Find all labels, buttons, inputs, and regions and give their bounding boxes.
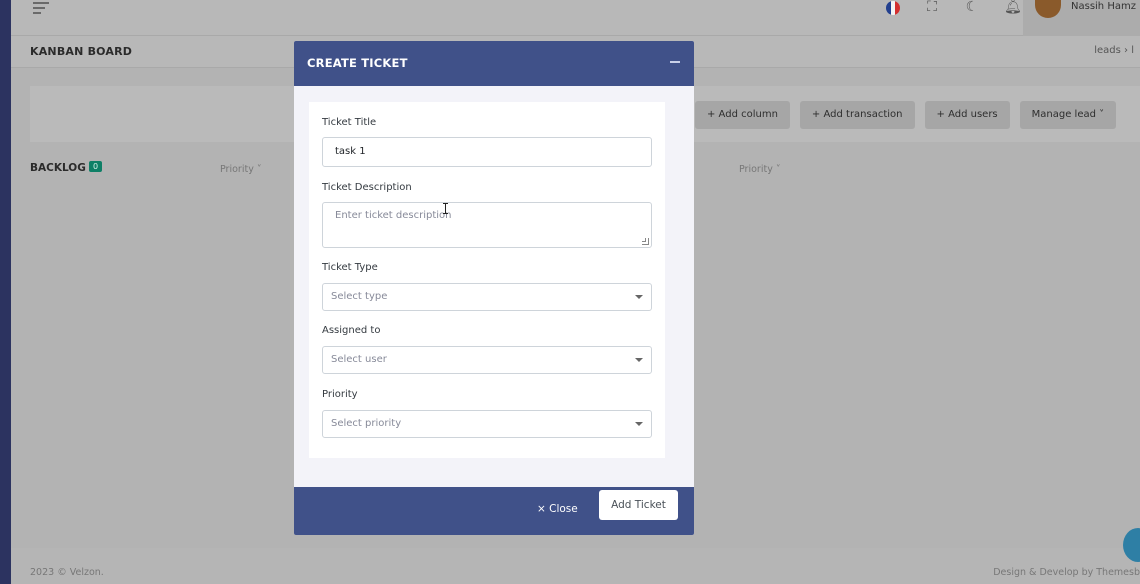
ticket-title-label: Ticket Title: [322, 117, 377, 128]
copyright: 2023 © Velzon.: [30, 567, 104, 578]
footer: 2023 © Velzon. Design & Develop by Theme…: [11, 548, 1140, 584]
topbar: ⛶ ☾ 🔔︎ Nassih Hamz: [11, 0, 1140, 36]
topbar-icons: ⛶ ☾ 🔔︎: [886, 0, 1022, 16]
page-title: KANBAN BOARD: [30, 45, 133, 58]
footer-credit: Design & Develop by Themesb: [993, 567, 1140, 578]
close-button[interactable]: × Close: [537, 499, 578, 519]
modal-header: CREATE TICKET: [294, 41, 694, 86]
chevron-down-icon: [635, 358, 643, 362]
ticket-form: Ticket Title task 1 Ticket Description E…: [309, 102, 665, 458]
column-name: BACKLOG: [30, 162, 86, 174]
hamburger-icon[interactable]: [33, 2, 49, 14]
ticket-description-placeholder: Enter ticket description: [335, 210, 452, 221]
fullscreen-icon[interactable]: ⛶: [924, 0, 940, 16]
avatar: [1035, 0, 1061, 18]
modal-footer: × Close Add Ticket: [294, 487, 694, 535]
sidebar-strip: [0, 0, 11, 584]
assigned-to-placeholder: Select user: [331, 354, 387, 365]
ticket-title-input[interactable]: task 1: [322, 137, 652, 167]
breadcrumb[interactable]: leads › l: [1094, 45, 1134, 56]
bell-icon[interactable]: 🔔︎: [1004, 0, 1022, 16]
user-menu[interactable]: Nassih Hamz: [1023, 0, 1140, 36]
assigned-to-select[interactable]: Select user: [322, 346, 652, 374]
priority-select[interactable]: Select priority: [322, 410, 652, 438]
user-name: Nassih Hamz: [1071, 1, 1136, 12]
ticket-description-label: Ticket Description: [322, 182, 412, 193]
modal-body: Ticket Title task 1 Ticket Description E…: [294, 86, 694, 487]
ticket-description-input[interactable]: Enter ticket description: [322, 202, 652, 248]
assigned-to-label: Assigned to: [322, 325, 381, 336]
ticket-type-placeholder: Select type: [331, 291, 388, 302]
priority-label: Priority: [322, 389, 358, 400]
chevron-down-icon: [635, 422, 643, 426]
add-transaction-button[interactable]: + Add transaction: [799, 101, 915, 129]
ticket-type-select[interactable]: Select type: [322, 283, 652, 311]
resize-handle-icon[interactable]: [642, 238, 649, 245]
create-ticket-modal: CREATE TICKET Ticket Title task 1 Ticket…: [294, 41, 694, 535]
count-badge: 0: [89, 161, 103, 172]
modal-title: CREATE TICKET: [307, 56, 408, 70]
text-cursor-icon: [443, 203, 448, 214]
ticket-type-label: Ticket Type: [322, 262, 378, 273]
priority-filter[interactable]: Priority ˅: [739, 164, 781, 175]
add-ticket-button[interactable]: Add Ticket: [599, 490, 678, 520]
flag-fr-icon[interactable]: [886, 1, 900, 15]
moon-icon[interactable]: ☾: [964, 0, 980, 16]
priority-placeholder: Select priority: [331, 418, 402, 429]
minimize-icon[interactable]: [670, 61, 680, 63]
add-column-button[interactable]: + Add column: [695, 101, 790, 129]
add-users-button[interactable]: + Add users: [924, 101, 1010, 129]
manage-lead-button[interactable]: Manage lead ˅: [1019, 101, 1117, 129]
chevron-down-icon: [635, 295, 643, 299]
priority-filter[interactable]: Priority ˅: [220, 164, 262, 175]
